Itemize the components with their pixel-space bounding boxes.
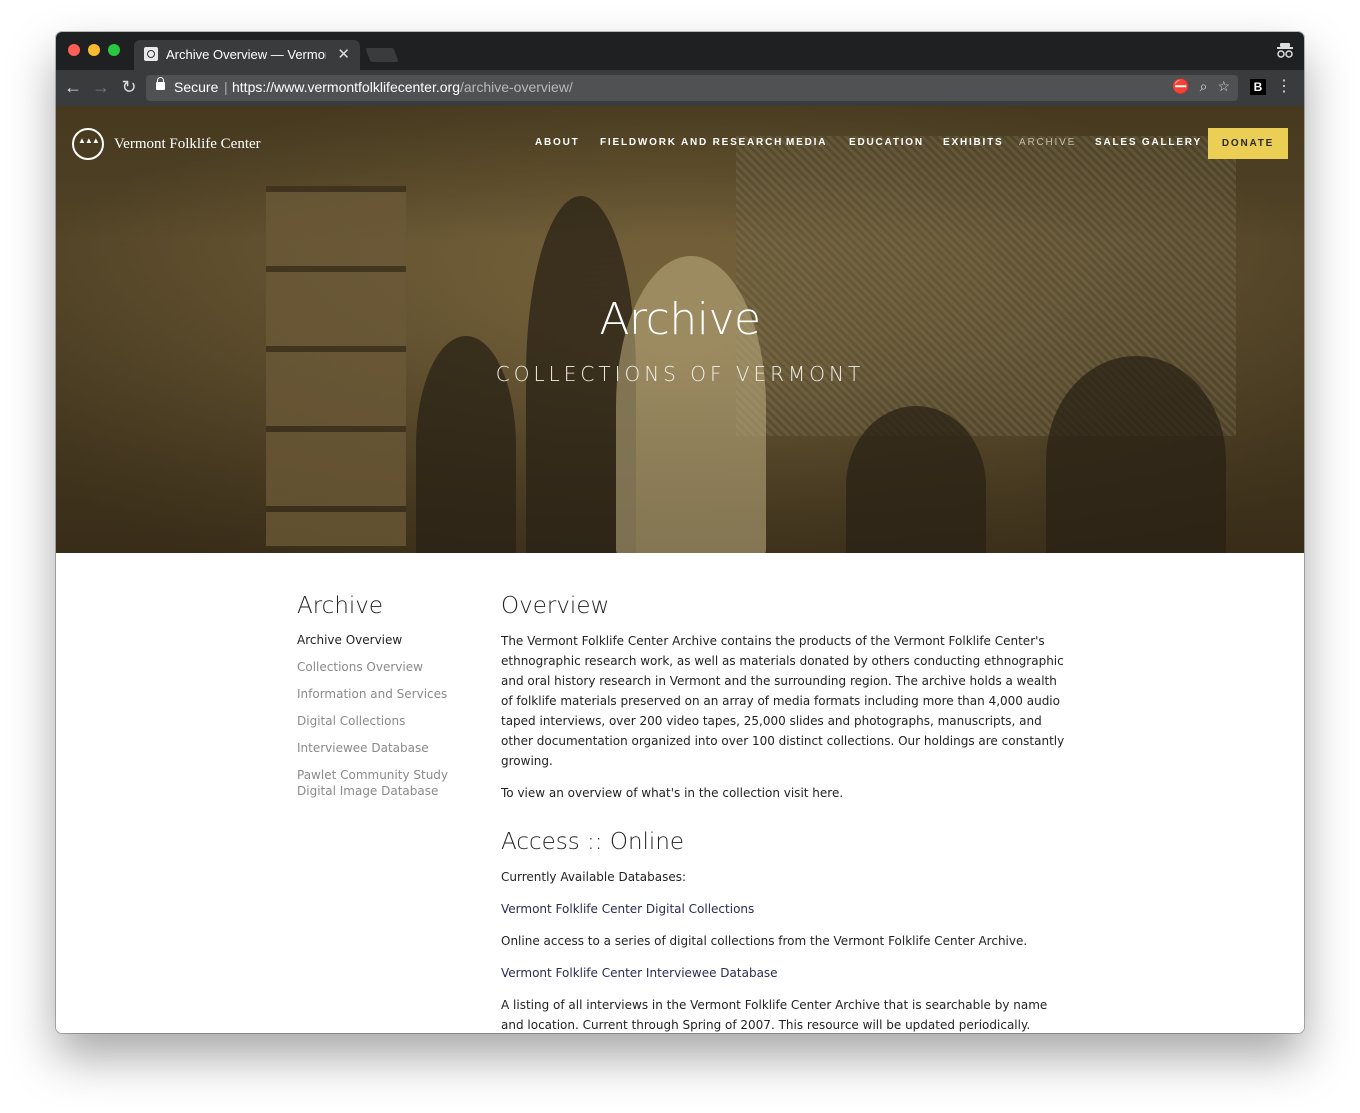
logo-text: Vermont Folklife Center <box>114 136 261 152</box>
hero-title: Archive <box>599 294 761 345</box>
lock-icon <box>156 77 165 90</box>
address-bar[interactable]: Secure | https://www.vermontfolklifecent… <box>146 75 1238 101</box>
sidebar-item-interviewee-database[interactable]: Interviewee Database <box>297 740 467 756</box>
nav-archive[interactable]: ARCHIVE <box>1019 137 1076 148</box>
forward-arrow-icon[interactable]: → <box>90 76 112 98</box>
url-separator: | <box>224 79 228 95</box>
donate-button[interactable]: DONATE <box>1208 128 1288 159</box>
blocked-content-icon[interactable]: ⛔ <box>1172 78 1189 94</box>
interviewee-database-link[interactable]: Vermont Folklife Center Interviewee Data… <box>501 966 778 980</box>
interviewee-database-description: A listing of all interviews in the Vermo… <box>501 998 1048 1032</box>
zoom-icon[interactable]: ⌕ <box>1200 78 1208 94</box>
nav-education[interactable]: EDUCATION <box>849 137 924 148</box>
reload-icon[interactable]: ↻ <box>118 76 140 98</box>
tab-title: Archive Overview — Vermont Folklife Cent… <box>166 47 326 62</box>
databases-label: Currently Available Databases: <box>501 870 687 884</box>
incognito-icon <box>1276 42 1294 58</box>
secure-label: Secure <box>174 79 219 95</box>
sidebar-item-archive-overview[interactable]: Archive Overview <box>297 632 467 648</box>
tab-strip: Archive Overview — Vermont Folklife Cent… <box>56 32 1304 70</box>
new-tab-button[interactable] <box>365 48 399 62</box>
url-path: /archive-overview/ <box>460 79 573 95</box>
sidebar-item-pawlet-community-study[interactable]: Pawlet Community Study Digital Image Dat… <box>297 767 467 799</box>
close-window-button[interactable] <box>68 44 80 56</box>
hero-photo-figure <box>846 406 986 553</box>
site-favicon-icon <box>144 47 158 61</box>
sidebar-item-information-and-services[interactable]: Information and Services <box>297 686 467 702</box>
zoom-window-button[interactable] <box>108 44 120 56</box>
logo-trees-icon <box>72 128 104 160</box>
nav-sales-gallery[interactable]: SALES GALLERY <box>1095 137 1202 148</box>
visit-collection-text[interactable]: To view an overview of what's in the col… <box>501 783 1071 803</box>
page-content: Archive Archive Overview Collections Ove… <box>56 553 1304 1033</box>
overview-paragraph: The Vermont Folklife Center Archive cont… <box>501 634 1065 768</box>
browser-menu-icon[interactable]: ⋮ <box>1276 76 1292 96</box>
bookmark-star-icon[interactable]: ☆ <box>1217 78 1230 94</box>
browser-tab[interactable]: Archive Overview — Vermont Folklife Cent… <box>134 40 360 70</box>
sidebar-title: Archive <box>297 593 384 619</box>
sidebar-item-collections-overview[interactable]: Collections Overview <box>297 659 467 675</box>
hero-banner: Vermont Folklife Center ABOUT FIELDWORK … <box>56 106 1304 553</box>
browser-toolbar: ← → ↻ Secure | https://www.vermontfolkli… <box>56 70 1304 107</box>
sidebar-nav: Archive Overview Collections Overview In… <box>297 632 467 810</box>
back-arrow-icon[interactable]: ← <box>62 76 84 98</box>
main-article: Overview The Vermont Folklife Center Arc… <box>501 593 1071 1033</box>
access-online-heading: Access :: Online <box>501 829 685 855</box>
nav-exhibits[interactable]: EXHIBITS <box>943 137 1004 148</box>
minimize-window-button[interactable] <box>88 44 100 56</box>
digital-collections-link[interactable]: Vermont Folklife Center Digital Collecti… <box>501 902 754 916</box>
url-text[interactable]: https://www.vermontfolklifecenter.org/ar… <box>232 79 573 95</box>
digital-collections-description: Online access to a series of digital col… <box>501 934 1028 948</box>
nav-about[interactable]: ABOUT <box>535 137 580 148</box>
browser-window: Archive Overview — Vermont Folklife Cent… <box>56 32 1304 1033</box>
sidebar-item-digital-collections[interactable]: Digital Collections <box>297 713 467 729</box>
overview-heading: Overview <box>501 593 610 619</box>
url-host: https://www.vermontfolklifecenter.org <box>232 79 460 95</box>
extension-b-icon[interactable]: B <box>1250 79 1266 95</box>
omnibox-icons: ⛔ ⌕ ☆ <box>1162 78 1230 95</box>
nav-fieldwork-and-research[interactable]: FIELDWORK AND RESEARCH <box>600 137 783 148</box>
hero-subtitle: COLLECTIONS OF VERMONT <box>495 362 865 386</box>
nav-media[interactable]: MEDIA <box>786 137 827 148</box>
tab-close-icon[interactable]: ✕ <box>337 45 350 63</box>
